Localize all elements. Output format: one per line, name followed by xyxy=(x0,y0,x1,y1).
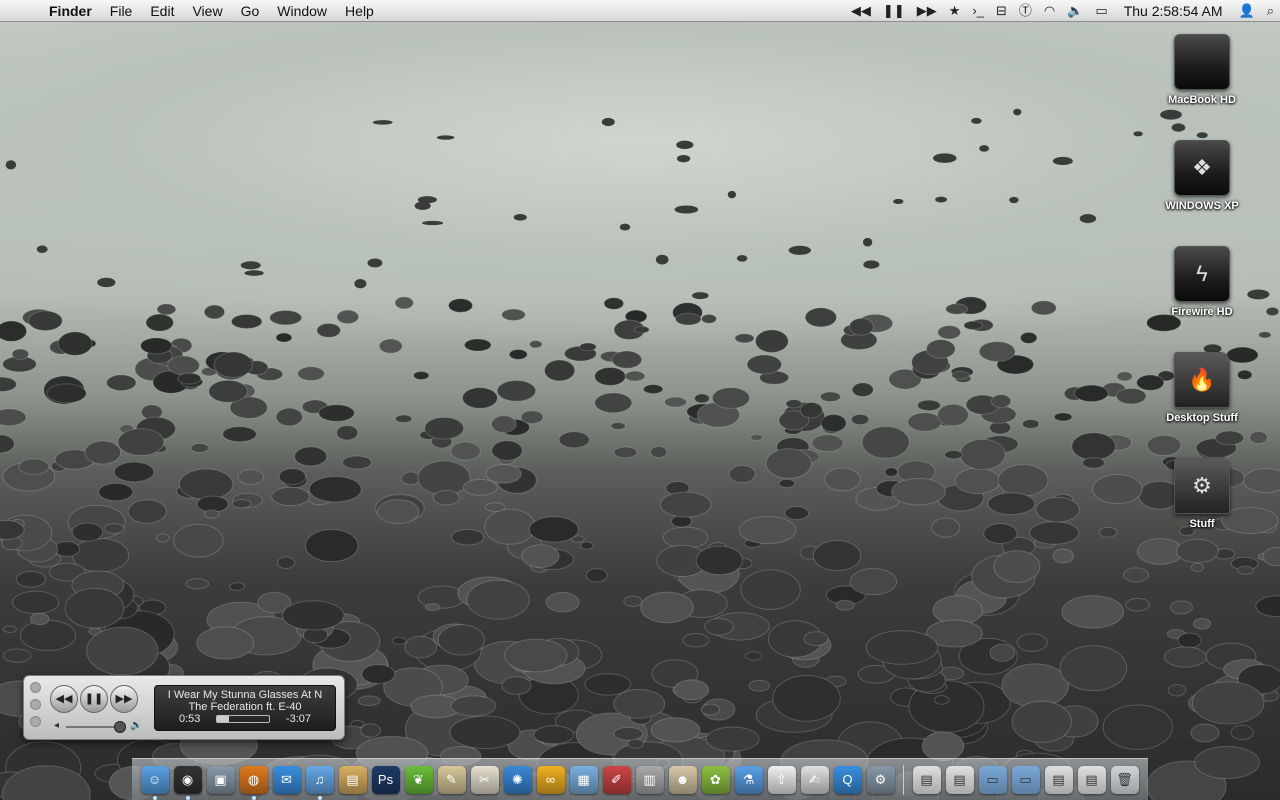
fast-forward-icon[interactable]: ▶▶ xyxy=(911,0,943,22)
volume-icon[interactable]: 🔈 xyxy=(1061,0,1089,22)
firewire-drive-icon: ϟ xyxy=(1174,246,1230,302)
pen-icon[interactable]: ✐ xyxy=(602,765,631,794)
dock: ☺ ◉ ▣ ◍ ✉ ♫ ▤ Ps ❦ ✎ ✂ ✺ ∞ ▦ ✐ ▥ ☻ ✿ ⚗ ⇧ ✍ Q ⚙ ▤ ▤ ▭ ▭ ▤ ▤ 🗑 xyxy=(132,758,1148,800)
progress-fill xyxy=(217,716,229,722)
document-icon[interactable]: ▤ xyxy=(945,765,974,794)
remaining-time: -3:07 xyxy=(285,713,311,725)
hard-drive-icon: ❖ xyxy=(1174,140,1230,196)
minimize-button[interactable] xyxy=(30,699,41,710)
safari-icon[interactable]: ✺ xyxy=(503,765,532,794)
volume-slider[interactable]: ◂ 🔊 xyxy=(54,720,144,734)
hard-drive-icon xyxy=(1174,34,1230,90)
desktop-icon-label: Firewire HD xyxy=(1171,306,1233,318)
volume-knob[interactable] xyxy=(113,721,126,733)
document-icon[interactable]: ▤ xyxy=(1044,765,1073,794)
itunes-mini-player: ◀◀ ❚❚ ▶▶ I Wear My Stunna Glasses At N T… xyxy=(23,675,345,740)
desktop-icon-firewire-hd[interactable]: ϟ Firewire HD xyxy=(1157,246,1247,318)
folder-icon: ⚙ xyxy=(1174,458,1230,514)
menu-bar: Finder File Edit View Go Window Help ◀◀ … xyxy=(0,0,1280,22)
desktop-icon-windows-xp[interactable]: ❖ WINDOWS XP xyxy=(1157,140,1247,212)
rewind-icon[interactable]: ◀◀ xyxy=(845,0,877,22)
track-artist: The Federation ft. E-40 xyxy=(188,701,302,713)
trash-icon[interactable]: 🗑 xyxy=(1110,765,1139,794)
menu-edit[interactable]: Edit xyxy=(141,0,183,22)
minus-icon[interactable]: ⊟ xyxy=(990,0,1013,22)
ring-icon[interactable]: ∞ xyxy=(536,765,565,794)
cube-icon[interactable]: ▦ xyxy=(569,765,598,794)
flickr-icon[interactable]: ⇧ xyxy=(767,765,796,794)
desktop-icon-label: Desktop Stuff xyxy=(1166,412,1238,424)
menu-help[interactable]: Help xyxy=(336,0,383,22)
desktop-icon-macbook-hd[interactable]: MacBook HD xyxy=(1157,34,1247,106)
desktop-icon-label: WINDOWS XP xyxy=(1165,200,1239,212)
app-menu-finder[interactable]: Finder xyxy=(40,0,101,22)
typinator-icon[interactable]: Ⓣ xyxy=(1013,0,1038,22)
close-button[interactable] xyxy=(30,682,41,693)
desktop-icon-label: MacBook HD xyxy=(1168,94,1236,106)
leaf-icon[interactable]: ❦ xyxy=(404,765,433,794)
menu-go[interactable]: Go xyxy=(232,0,269,22)
track-title: I Wear My Stunna Glasses At N xyxy=(167,689,323,701)
desktop-icon-stuff[interactable]: ⚙ Stuff xyxy=(1157,458,1247,530)
previous-track-button[interactable]: ◀◀ xyxy=(50,685,78,713)
document-icon[interactable]: ▤ xyxy=(1077,765,1106,794)
volume-high-icon: 🔊 xyxy=(130,720,143,731)
menu-file[interactable]: File xyxy=(101,0,142,22)
green-app-icon[interactable]: ✿ xyxy=(701,765,730,794)
folder-icon[interactable]: ▭ xyxy=(978,765,1007,794)
script-icon[interactable]: ✍ xyxy=(800,765,829,794)
progress-bar[interactable] xyxy=(216,715,271,723)
desktop-icon-label: Stuff xyxy=(1189,518,1215,530)
css-edit-icon[interactable]: ✂ xyxy=(470,765,499,794)
desktop-icon-desktop-stuff[interactable]: 🔥 Desktop Stuff xyxy=(1157,352,1247,424)
star-icon[interactable]: ★ xyxy=(943,0,967,22)
terminal-icon[interactable]: ›_ xyxy=(966,0,990,22)
elapsed-time: 0:53 xyxy=(179,713,201,725)
photo-icon[interactable]: ☻ xyxy=(668,765,697,794)
firefox-icon[interactable]: ◍ xyxy=(239,765,268,800)
battery-icon[interactable]: ▭ xyxy=(1089,0,1113,22)
volume-low-icon: ◂ xyxy=(54,720,60,731)
window-controls xyxy=(30,682,41,733)
pause-icon[interactable]: ❚❚ xyxy=(877,0,911,22)
play-pause-button[interactable]: ❚❚ xyxy=(80,685,108,713)
feather-icon[interactable]: ✎ xyxy=(437,765,466,794)
itunes-icon[interactable]: ♫ xyxy=(305,765,334,800)
archive-icon[interactable]: ▤ xyxy=(338,765,367,794)
folder-icon[interactable]: ▭ xyxy=(1011,765,1040,794)
dock-separator xyxy=(903,764,904,795)
photoshop-icon[interactable]: Ps xyxy=(371,765,400,794)
next-track-button[interactable]: ▶▶ xyxy=(110,685,138,713)
menu-window[interactable]: Window xyxy=(268,0,336,22)
microscope-icon[interactable]: ⚗ xyxy=(734,765,763,794)
wifi-icon[interactable]: ◠ xyxy=(1038,0,1061,22)
document-icon[interactable]: ▤ xyxy=(912,765,941,794)
ichat-icon[interactable]: ✉ xyxy=(272,765,301,794)
quicktime-icon[interactable]: Q xyxy=(833,765,862,794)
system-prefs-icon[interactable]: ⚙ xyxy=(866,765,895,794)
spotlight-icon[interactable]: ⌕ xyxy=(1261,0,1280,22)
calculator-icon[interactable]: ▥ xyxy=(635,765,664,794)
folder-icon: 🔥 xyxy=(1174,352,1230,408)
zoom-button[interactable] xyxy=(30,716,41,727)
menu-clock[interactable]: Thu 2:58:54 AM xyxy=(1114,3,1233,19)
user-icon[interactable]: 👤 xyxy=(1233,0,1261,22)
now-playing-display: I Wear My Stunna Glasses At N The Federa… xyxy=(154,685,336,731)
menu-view[interactable]: View xyxy=(183,0,231,22)
dashboard-icon[interactable]: ◉ xyxy=(173,765,202,800)
finder-icon[interactable]: ☺ xyxy=(140,765,169,800)
preview-icon[interactable]: ▣ xyxy=(206,765,235,794)
